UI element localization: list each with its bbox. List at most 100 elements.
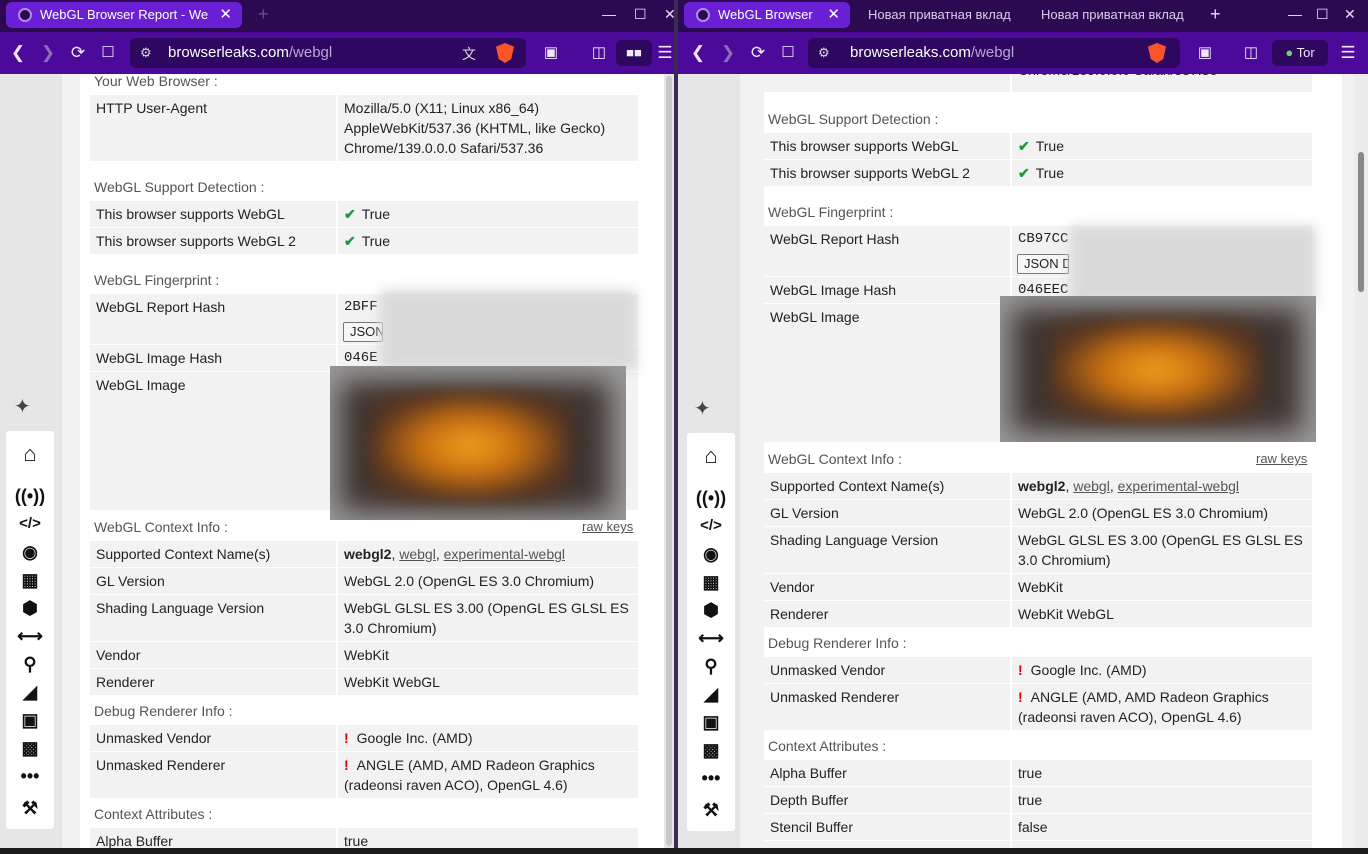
new-tab-button[interactable]: +	[1210, 4, 1221, 24]
tab-bar: WebGL Browser ✕ Новая приватная вклад Но…	[678, 0, 1368, 32]
sidebar-panel: ⌂ ((•)) </> ◉ ▦ ⬢ ⟷ ⚲ ◢ ▣ ▩ ••• ⚒	[687, 433, 735, 831]
menu-icon[interactable]: ☰	[1338, 42, 1358, 64]
back-icon[interactable]: ❮	[8, 42, 28, 64]
json-data-button[interactable]: JSON	[343, 322, 383, 342]
section-support: WebGL Support Detection :	[94, 179, 265, 195]
minimize-button[interactable]: —	[1288, 4, 1302, 24]
bricks-icon[interactable]: ▩	[687, 739, 735, 761]
tab-webgl-browser[interactable]: WebGL Browser ✕	[684, 2, 850, 28]
lock-icon[interactable]: ▣	[687, 711, 735, 733]
raw-keys-link[interactable]: raw keys	[582, 519, 633, 534]
image-icon[interactable]: ▦	[687, 571, 735, 593]
camera-icon[interactable]: ◉	[6, 541, 54, 563]
left-scrollbar[interactable]	[664, 74, 674, 848]
webgl-render-image	[1000, 296, 1316, 442]
tools-icon[interactable]: ⚒	[6, 797, 54, 819]
stairs-icon[interactable]: ◢	[6, 681, 54, 703]
ctx-experimental-link[interactable]: experimental-webgl	[444, 546, 565, 562]
report-hash-label: WebGL Report Hash	[764, 226, 1010, 276]
pin-icon[interactable]: ✦	[694, 396, 711, 421]
close-window-button[interactable]: ✕	[664, 4, 674, 24]
bookmark-icon[interactable]: ☐	[98, 42, 118, 64]
close-window-button[interactable]: ✕	[1344, 4, 1356, 24]
section-fingerprint: WebGL Fingerprint :	[94, 272, 220, 288]
menu-icon[interactable]: ☰	[656, 42, 674, 64]
brave-shields-icon[interactable]	[496, 43, 514, 63]
left-scroll-thumb[interactable]	[666, 76, 672, 846]
supports-webgl-label: This browser supports WebGL	[90, 201, 336, 227]
raw-keys-link[interactable]: raw keys	[1256, 451, 1307, 466]
section-attributes: Context Attributes :	[768, 738, 887, 754]
sidebar: ✦ ⌂ ((•)) </> ◉ ▦ ⬢ ⟷ ⚲ ◢ ▣ ▩ ••• ⚒	[678, 74, 740, 848]
brave-shields-icon[interactable]	[1148, 43, 1166, 63]
ctx-webgl-link[interactable]: webgl	[399, 546, 436, 562]
unmasked-vendor-label: Unmasked Vendor	[90, 725, 336, 751]
forward-icon[interactable]: ❯	[718, 42, 738, 64]
tab-close-icon[interactable]: ✕	[827, 2, 840, 28]
bookmark-icon[interactable]: ☐	[778, 42, 798, 64]
screenshot-icon[interactable]: ▣	[540, 42, 562, 64]
home-icon[interactable]: ⌂	[6, 443, 54, 465]
screenshot-icon[interactable]: ▣	[1194, 42, 1216, 64]
depth-buffer-value: true	[1012, 787, 1312, 813]
right-scrollbar[interactable]	[1354, 74, 1368, 848]
tab-close-icon[interactable]: ✕	[219, 2, 232, 28]
location-pin-icon[interactable]: ⚲	[687, 655, 735, 677]
image-icon[interactable]: ▦	[6, 569, 54, 591]
stairs-icon[interactable]: ◢	[687, 683, 735, 705]
address-bar[interactable]: ⚙ browserleaks.com/webgl	[808, 38, 1180, 68]
reload-icon[interactable]: ⟳	[66, 42, 90, 64]
sidebar-toggle-icon[interactable]: ◫	[588, 42, 610, 64]
back-icon[interactable]: ❮	[688, 42, 708, 64]
url-text: browserleaks.com/webgl	[168, 44, 333, 61]
code-icon[interactable]: </>	[687, 515, 735, 537]
lock-icon[interactable]: ▣	[6, 709, 54, 731]
section-support: WebGL Support Detection :	[768, 111, 939, 127]
url-text: browserleaks.com/webgl	[850, 44, 1015, 61]
code-icon[interactable]: </>	[6, 513, 54, 535]
text-width-icon[interactable]: ⟷	[687, 627, 735, 649]
home-icon[interactable]: ⌂	[687, 445, 735, 467]
unmasked-vendor-label: Unmasked Vendor	[764, 657, 1010, 683]
shading-label: Shading Language Version	[90, 595, 336, 641]
site-info-icon[interactable]: ⚙	[818, 45, 830, 61]
cube-icon[interactable]: ⬢	[687, 599, 735, 621]
maximize-button[interactable]: ☐	[634, 4, 647, 24]
private-window-icon[interactable]: ■■	[616, 40, 652, 66]
pin-icon[interactable]: ✦	[14, 394, 31, 419]
tools-icon[interactable]: ⚒	[687, 799, 735, 821]
shading-label: Shading Language Version	[764, 527, 1010, 573]
report-page: Chrome/139.0.0.0 Safari/537.36 WebGL Sup…	[764, 74, 1342, 848]
bricks-icon[interactable]: ▩	[6, 737, 54, 759]
site-info-icon[interactable]: ⚙	[140, 45, 152, 61]
context-names-value: webgl2, webgl, experimental-webgl	[1012, 473, 1312, 499]
broadcast-icon[interactable]: ((•))	[6, 485, 54, 507]
more-icon[interactable]: •••	[687, 767, 735, 789]
tor-button[interactable]: ● Tor	[1272, 40, 1328, 66]
cube-icon[interactable]: ⬢	[6, 597, 54, 619]
ctx-webgl-link[interactable]: webgl	[1073, 478, 1110, 494]
forward-icon[interactable]: ❯	[38, 42, 58, 64]
reload-icon[interactable]: ⟳	[746, 42, 770, 64]
minimize-button[interactable]: —	[602, 4, 616, 24]
tab-webgl-report[interactable]: WebGL Browser Report - We ✕	[6, 2, 242, 28]
camera-icon[interactable]: ◉	[687, 543, 735, 565]
alpha-buffer-label: Alpha Buffer	[90, 828, 336, 848]
broadcast-icon[interactable]: ((•))	[687, 487, 735, 509]
right-scroll-thumb[interactable]	[1358, 152, 1364, 292]
tab-private-1[interactable]: Новая приватная вклад	[868, 2, 1018, 28]
new-tab-button[interactable]: +	[258, 4, 269, 24]
json-data-button[interactable]: JSON D	[1017, 254, 1069, 274]
sidebar-toggle-icon[interactable]: ◫	[1240, 42, 1262, 64]
translate-icon[interactable]: 文	[462, 44, 476, 64]
text-width-icon[interactable]: ⟷	[6, 625, 54, 647]
gl-version-label: GL Version	[764, 500, 1010, 526]
maximize-button[interactable]: ☐	[1316, 4, 1329, 24]
more-icon[interactable]: •••	[6, 765, 54, 787]
ctx-experimental-link[interactable]: experimental-webgl	[1118, 478, 1239, 494]
tab-private-2[interactable]: Новая приватная вклад	[1041, 2, 1191, 28]
address-bar[interactable]: ⚙ browserleaks.com/webgl 文	[130, 38, 526, 68]
location-pin-icon[interactable]: ⚲	[6, 653, 54, 675]
supports-webgl-value: ✔ True	[1012, 133, 1312, 159]
redacted-hash-blur	[1070, 226, 1316, 306]
